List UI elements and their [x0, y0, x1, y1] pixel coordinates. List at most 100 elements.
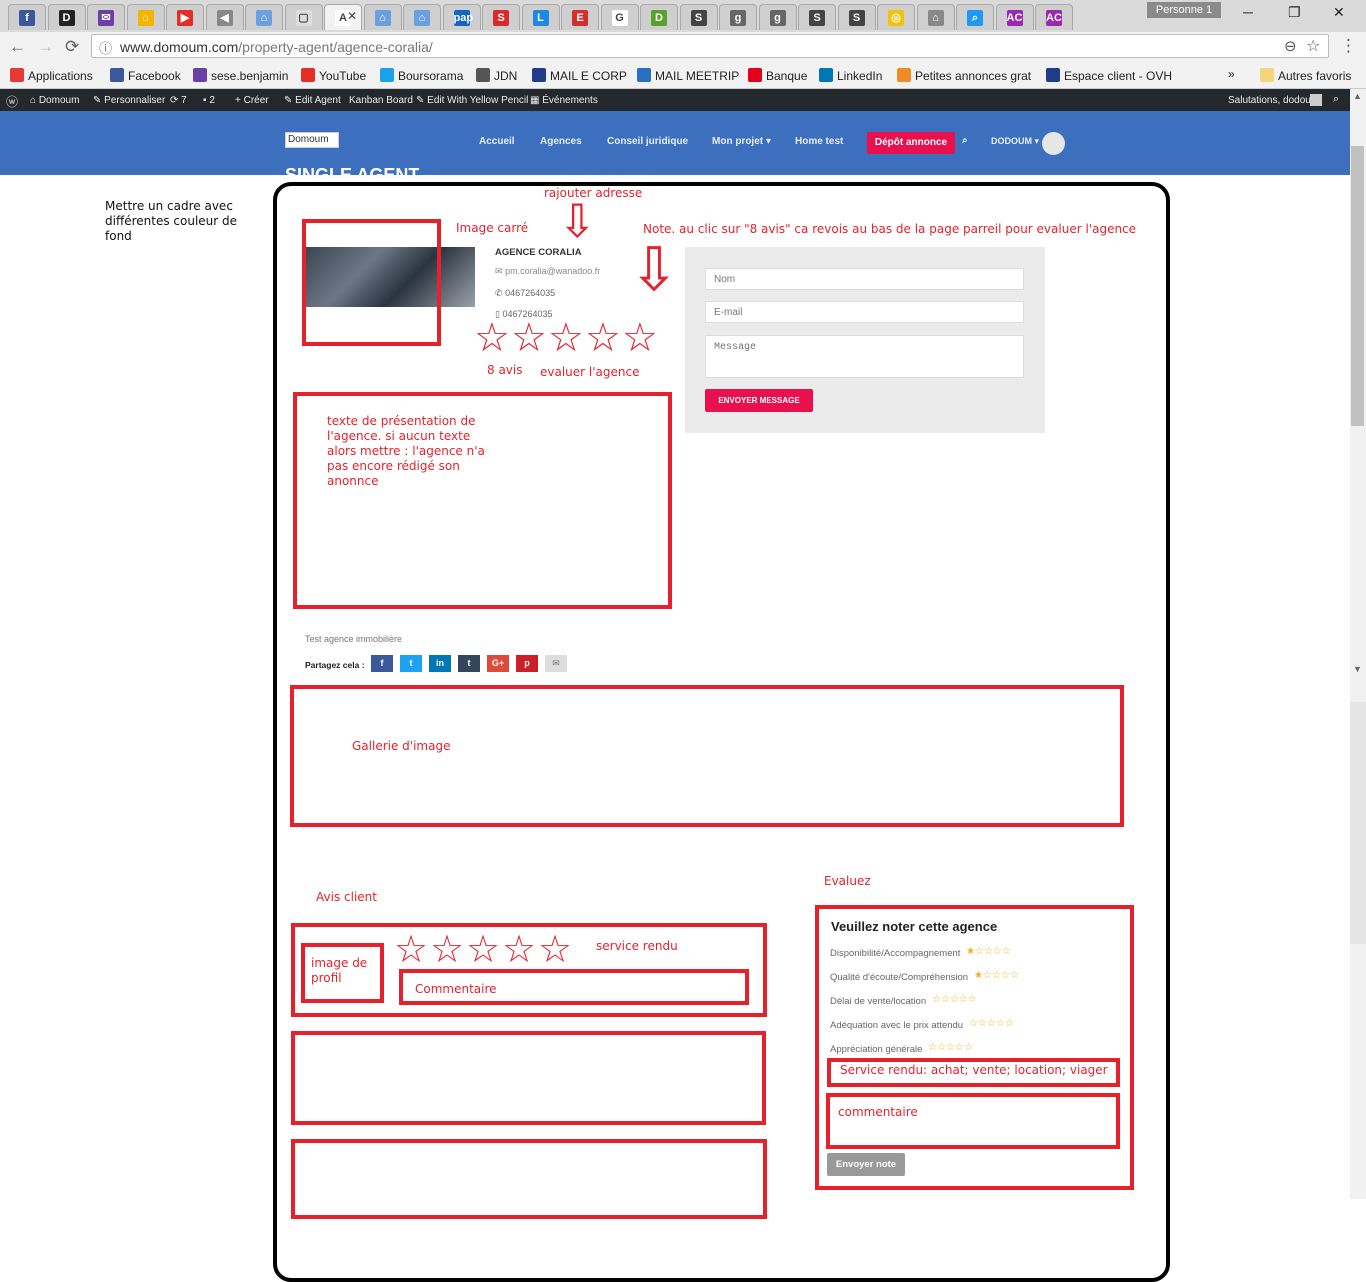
agent-email[interactable]: ✉ pm.coralia@wanadoo.fr	[495, 266, 600, 277]
star-icon[interactable]: ☆	[394, 930, 428, 968]
bookmark-item[interactable]: Petites annonces grat	[897, 68, 1031, 83]
share-button[interactable]: f	[371, 655, 393, 672]
browser-tab[interactable]: ⌂	[403, 4, 441, 30]
nav-conseil-juridique[interactable]: Conseil juridique	[607, 136, 688, 147]
browser-tab[interactable]: pap	[442, 4, 481, 30]
nav-accueil[interactable]: Accueil	[479, 136, 515, 147]
browser-tab[interactable]: ◀	[205, 4, 244, 30]
send-message-button[interactable]: ENVOYER MESSAGE	[705, 389, 813, 412]
adminbar-site[interactable]: ⌂ Domoum	[30, 95, 79, 106]
address-bar[interactable]: ⓘ www.domoum.com/property-agent/agence-c…	[91, 34, 1329, 58]
profile-chip[interactable]: Personne 1	[1147, 2, 1221, 18]
browser-tab[interactable]: A ✕	[324, 4, 362, 30]
tab-close-icon[interactable]: ✕	[347, 9, 357, 23]
star-icon[interactable]: ☆	[502, 930, 536, 968]
scroll-up-icon[interactable]: ▲	[1353, 91, 1362, 101]
share-button[interactable]: ✉	[545, 655, 567, 672]
minimize-icon[interactable]: ─	[1243, 4, 1253, 20]
browser-tab[interactable]: ▶	[166, 4, 204, 30]
star-icon[interactable]: ☆	[538, 930, 572, 968]
rating-criterion-stars[interactable]: ☆☆☆☆☆	[969, 1018, 1014, 1029]
message-field[interactable]	[705, 335, 1024, 378]
adminbar-kanban[interactable]: Kanban Board	[349, 95, 413, 106]
browser-tab[interactable]: D	[47, 4, 86, 30]
forward-icon[interactable]: →	[37, 37, 54, 57]
adminbar-yellow-pencil[interactable]: ✎ Edit With Yellow Pencil	[416, 95, 528, 106]
bookmark-item[interactable]: Boursorama	[380, 68, 463, 83]
adminbar-greeting[interactable]: Salutations, dodoum	[1228, 95, 1319, 106]
browser-tab[interactable]: L	[521, 4, 560, 30]
star-icon[interactable]: ★	[966, 946, 975, 957]
browser-tab[interactable]: ⌂	[363, 4, 402, 30]
rating-criterion-stars[interactable]: ★☆☆☆☆	[966, 946, 1011, 957]
adminbar-customize[interactable]: ✎ Personnaliser	[93, 95, 165, 106]
adminbar-edit-agent[interactable]: ✎ Edit Agent	[284, 95, 341, 106]
other-bookmarks[interactable]: Autres favoris	[1260, 68, 1351, 83]
browser-tab[interactable]: S	[482, 4, 520, 30]
share-button[interactable]: t	[400, 655, 422, 672]
share-button[interactable]: G+	[487, 655, 509, 672]
zoom-icon[interactable]: ⊖	[1284, 37, 1297, 55]
star-icon[interactable]: ☆	[466, 930, 500, 968]
star-icon[interactable]: ☆	[430, 930, 464, 968]
adminbar-new[interactable]: + Créer	[235, 95, 269, 106]
star-icon[interactable]: ☆	[978, 1018, 987, 1029]
browser-tab[interactable]: f	[8, 4, 46, 30]
star-icon[interactable]: ☆	[992, 970, 1001, 981]
star-icon[interactable]: ☆	[928, 1042, 937, 1053]
scrollbar-thumb[interactable]	[1351, 146, 1364, 426]
bookmark-item[interactable]: MAIL MEETRIP	[637, 68, 739, 83]
browser-tab[interactable]: ⌂	[245, 4, 283, 30]
rating-criterion-stars[interactable]: ☆☆☆☆☆	[932, 994, 977, 1005]
star-icon[interactable]: ☆	[975, 946, 984, 957]
wordpress-icon[interactable]: ⓦ	[6, 93, 18, 110]
info-icon[interactable]: ⓘ	[99, 38, 112, 57]
star-icon[interactable]: ★	[974, 970, 983, 981]
browser-tab[interactable]: g	[719, 4, 757, 30]
rating-criterion-stars[interactable]: ☆☆☆☆☆	[928, 1042, 973, 1053]
star-icon[interactable]: ☆	[932, 994, 941, 1005]
star-icon[interactable]: ☆	[474, 318, 510, 358]
adminbar-comments[interactable]: ▪ 2	[203, 95, 215, 106]
star-icon[interactable]: ☆	[964, 1042, 973, 1053]
star-icon[interactable]: ☆	[983, 970, 992, 981]
restore-icon[interactable]: ❐	[1288, 4, 1301, 21]
star-icon[interactable]: ☆	[984, 946, 993, 957]
scroll-down-icon[interactable]: ▼	[1353, 664, 1362, 674]
star-icon[interactable]: ☆	[968, 994, 977, 1005]
bookmark-star-icon[interactable]: ☆	[1306, 36, 1320, 56]
browser-tab[interactable]: ⌂	[916, 4, 955, 30]
browser-tab[interactable]: ✉	[87, 4, 125, 30]
bookmark-item[interactable]: Espace client - OVH	[1046, 68, 1172, 83]
bookmark-item[interactable]: Banque	[748, 68, 807, 83]
star-icon[interactable]: ☆	[937, 1042, 946, 1053]
bookmark-item[interactable]: sese.benjamin	[193, 68, 288, 83]
browser-tab[interactable]: E	[561, 4, 599, 30]
nav-mon-projet[interactable]: Mon projet ▾	[712, 136, 771, 147]
bookmark-item[interactable]: YouTube	[301, 68, 366, 83]
bookmark-item[interactable]: MAIL E CORP	[532, 68, 627, 83]
share-button[interactable]: t	[458, 655, 480, 672]
star-icon[interactable]: ☆	[1001, 970, 1010, 981]
bookmark-item[interactable]: LinkedIn	[819, 68, 882, 83]
adminbar-search-icon[interactable]: ⌕	[1333, 93, 1339, 106]
star-icon[interactable]: ☆	[548, 318, 584, 358]
submit-rating-button[interactable]: Envoyer note	[827, 1153, 905, 1176]
star-icon[interactable]: ☆	[622, 318, 658, 358]
nav-agences[interactable]: Agences	[540, 136, 582, 147]
bookmark-item[interactable]: JDN	[476, 68, 517, 83]
reload-icon[interactable]: ⟳	[65, 37, 79, 57]
star-icon[interactable]: ☆	[1010, 970, 1019, 981]
browser-tab[interactable]: ⌕	[956, 4, 994, 30]
adminbar-events[interactable]: ▦ Événements	[530, 95, 598, 106]
name-field[interactable]	[705, 268, 1024, 290]
star-icon[interactable]: ☆	[987, 1018, 996, 1029]
user-menu[interactable]: DODOUM ▾	[991, 136, 1039, 147]
adminbar-updates[interactable]: ⟳ 7	[170, 95, 187, 106]
url-text[interactable]: www.domoum.com/property-agent/agence-cor…	[120, 39, 433, 55]
share-button[interactable]: in	[429, 655, 451, 672]
adminbar-avatar[interactable]	[1310, 94, 1322, 106]
lower-scroll-thumb[interactable]	[1350, 702, 1366, 944]
star-icon[interactable]: ☆	[1005, 1018, 1014, 1029]
browser-tab[interactable]: AC	[1035, 4, 1073, 30]
